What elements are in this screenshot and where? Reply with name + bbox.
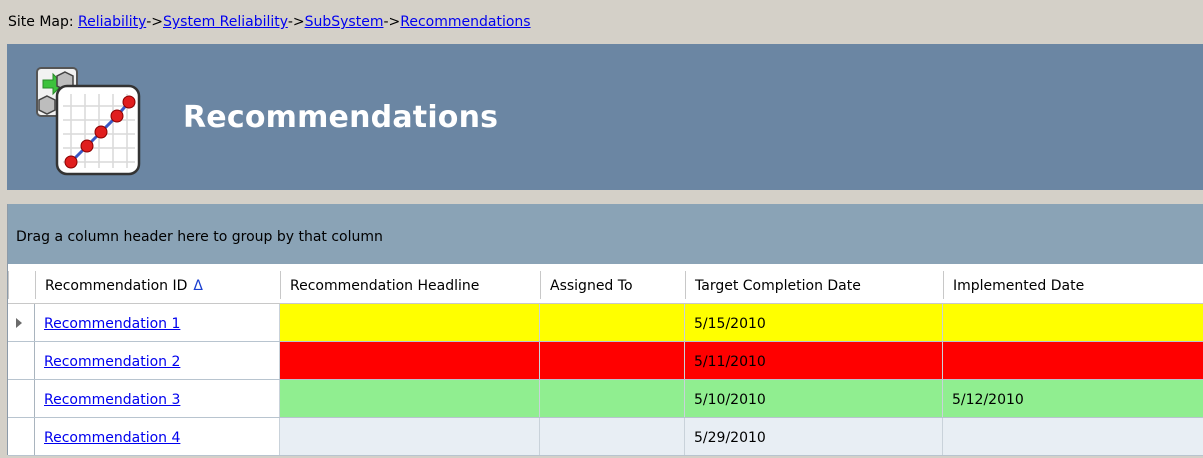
group-by-panel[interactable]: Drag a column header here to group by th… <box>8 204 1203 264</box>
column-header-label: Recommendation ID <box>45 278 188 294</box>
recommendations-grid: Drag a column header here to group by th… <box>7 204 1203 456</box>
column-header-recommendation-headline[interactable]: Recommendation Headline <box>280 265 540 303</box>
table-row[interactable]: Recommendation 4 5/29/2010 <box>8 418 1203 456</box>
cell-target-completion-date[interactable]: 5/29/2010 <box>685 418 943 455</box>
column-header-recommendation-id[interactable]: Recommendation ID Δ <box>35 265 280 303</box>
row-selector[interactable] <box>8 380 35 417</box>
cell-implemented-date[interactable] <box>943 342 1203 379</box>
breadcrumb-separator: -> <box>383 14 401 30</box>
sort-ascending-icon: Δ <box>193 278 203 294</box>
cell-implemented-date[interactable] <box>943 304 1203 341</box>
page-title: Recommendations <box>183 100 499 135</box>
column-header-implemented-date[interactable]: Implemented Date <box>943 265 1203 303</box>
cell-implemented-date[interactable]: 5/12/2010 <box>943 380 1203 417</box>
current-row-arrow-icon <box>16 318 22 328</box>
recommendation-link[interactable]: Recommendation 4 <box>44 430 180 446</box>
cell-recommendation-id: Recommendation 2 <box>35 342 280 379</box>
cell-recommendation-id: Recommendation 4 <box>35 418 280 455</box>
cell-assigned-to[interactable] <box>540 380 685 417</box>
cell-recommendation-id: Recommendation 3 <box>35 380 280 417</box>
table-row[interactable]: Recommendation 3 5/10/2010 5/12/2010 <box>8 380 1203 418</box>
column-header-label: Assigned To <box>550 278 633 294</box>
breadcrumb-link-reliability[interactable]: Reliability <box>78 14 146 30</box>
spacer <box>0 190 1203 204</box>
breadcrumb-link-recommendations[interactable]: Recommendations <box>400 14 530 30</box>
cell-target-completion-date[interactable]: 5/10/2010 <box>685 380 943 417</box>
cell-assigned-to[interactable] <box>540 304 685 341</box>
table-row[interactable]: Recommendation 1 5/15/2010 <box>8 304 1203 342</box>
column-header-target-completion-date[interactable]: Target Completion Date <box>685 265 943 303</box>
breadcrumb-separator: -> <box>287 14 305 30</box>
breadcrumb-link-subsystem[interactable]: SubSystem <box>305 14 384 30</box>
cell-target-completion-date[interactable]: 5/15/2010 <box>685 304 943 341</box>
cell-headline[interactable] <box>280 380 540 417</box>
breadcrumb-link-system-reliability[interactable]: System Reliability <box>163 14 288 30</box>
cell-target-completion-date[interactable]: 5/11/2010 <box>685 342 943 379</box>
row-selector[interactable] <box>8 304 35 341</box>
table-row[interactable]: Recommendation 2 5/11/2010 <box>8 342 1203 380</box>
recommendations-chart-icon <box>36 67 141 176</box>
cell-implemented-date[interactable] <box>943 418 1203 455</box>
page-banner: Recommendations <box>7 44 1203 190</box>
row-selector[interactable] <box>8 342 35 379</box>
row-selector-header <box>8 265 35 303</box>
recommendation-link[interactable]: Recommendation 1 <box>44 316 180 332</box>
recommendation-link[interactable]: Recommendation 2 <box>44 354 180 370</box>
cell-recommendation-id: Recommendation 1 <box>35 304 280 341</box>
column-header-label: Target Completion Date <box>695 278 861 294</box>
column-header-label: Implemented Date <box>953 278 1085 294</box>
column-header-assigned-to[interactable]: Assigned To <box>540 265 685 303</box>
site-map-label: Site Map: <box>8 14 74 30</box>
recommendation-link[interactable]: Recommendation 3 <box>44 392 180 408</box>
cell-assigned-to[interactable] <box>540 342 685 379</box>
cell-headline[interactable] <box>280 342 540 379</box>
cell-assigned-to[interactable] <box>540 418 685 455</box>
cell-headline[interactable] <box>280 418 540 455</box>
cell-headline[interactable] <box>280 304 540 341</box>
column-header-label: Recommendation Headline <box>290 278 480 294</box>
row-selector[interactable] <box>8 418 35 455</box>
site-map-breadcrumb: Site Map: Reliability->System Reliabilit… <box>0 0 1203 44</box>
grid-header-row: Recommendation ID Δ Recommendation Headli… <box>8 265 1203 304</box>
breadcrumb-separator: -> <box>146 14 163 30</box>
